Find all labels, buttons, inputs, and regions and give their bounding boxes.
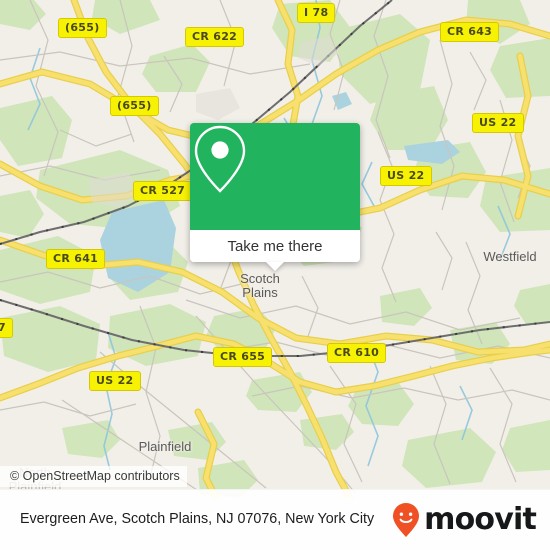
road-shield: I 78	[297, 3, 336, 23]
bottom-info-bar: Evergreen Ave, Scotch Plains, NJ 07076, …	[0, 489, 550, 550]
map-canvas[interactable]: (655) CR 622 I 78 CR 643 (655) US 22 CR …	[0, 0, 550, 498]
place-label-scotch-plains: Scotch Plains	[240, 271, 280, 300]
moovit-smiley-pin-icon	[393, 503, 420, 537]
osm-attribution[interactable]: © OpenStreetMap contributors	[0, 466, 187, 487]
take-me-there-label: Take me there	[227, 237, 323, 255]
road-shield: CR 641	[46, 249, 106, 269]
road-shield: (655)	[58, 18, 107, 38]
map-screenshot-root: (655) CR 622 I 78 CR 643 (655) US 22 CR …	[0, 0, 550, 550]
moovit-wordmark: moovit	[424, 502, 537, 537]
road-shield: 7	[0, 318, 13, 338]
popup-footer[interactable]: Take me there	[190, 230, 360, 271]
road-shield: (655)	[110, 96, 159, 116]
location-popup-card[interactable]: Take me there	[190, 123, 360, 271]
road-shield: CR 622	[185, 27, 245, 47]
road-shield: CR 643	[440, 22, 500, 42]
popup-header	[190, 123, 360, 230]
road-shield: CR 655	[213, 347, 273, 367]
popup-pointer-tail	[266, 262, 284, 271]
road-shield: US 22	[472, 113, 524, 133]
address-text: Evergreen Ave, Scotch Plains, NJ 07076, …	[20, 511, 375, 528]
road-shield: CR 610	[327, 343, 387, 363]
place-label-plainfield: Plainfield	[138, 439, 192, 454]
road-shield: US 22	[380, 166, 432, 186]
road-shield: US 22	[89, 371, 141, 391]
road-shield: CR 527	[133, 181, 193, 201]
place-label-westfield: Westfield	[483, 249, 537, 264]
moovit-brand[interactable]: moovit	[391, 502, 550, 538]
location-pin-icon	[194, 125, 246, 193]
